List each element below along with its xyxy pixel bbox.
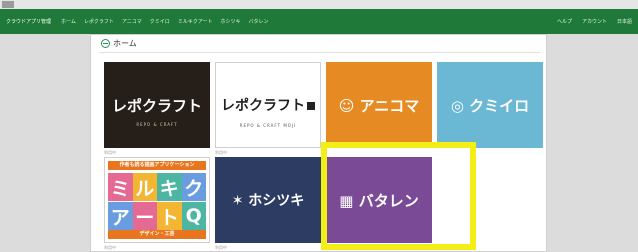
nav-item-hoshitsuki[interactable]: ホシツキ <box>221 18 241 25</box>
window-top-strip <box>0 0 638 9</box>
glyph: キ <box>157 173 182 201</box>
tile-banner: 作者も読る描画アプリケーション <box>108 161 206 170</box>
nav-item-repocraft[interactable]: レポクラフト <box>84 18 114 25</box>
tile-caption: 利用中 <box>104 150 116 155</box>
nav-item-milkiqart[interactable]: ミルキクアート <box>178 18 213 25</box>
app-tile-kumiiro[interactable]: ◎ クミイロ <box>437 62 543 148</box>
glyph: ア <box>108 202 133 230</box>
home-header: ホーム <box>101 38 137 49</box>
header-right: ヘルプ アカウント 日本語 <box>547 9 632 34</box>
tile-footer: デザイン・工芸 <box>108 230 206 239</box>
app-header: クラウドアプリ管理 ホーム レポクラフト アニコマ クミイロ ミルキクアート ホ… <box>0 9 638 34</box>
page-title: ホーム <box>113 39 137 48</box>
glyph: ク <box>181 173 206 201</box>
app-title[interactable]: クラウドアプリ管理 <box>6 18 51 25</box>
app-tile-milkiqart[interactable]: 作者も読る描画アプリケーション ミ ル キ ク ア ー ト Q デザイン・工芸 <box>104 157 210 243</box>
window-tab[interactable] <box>2 1 14 8</box>
app-tile-repocraft-moji[interactable]: レポクラフト REPO & CRAFT MOJI <box>215 62 321 148</box>
tile-title-row-1: ミ ル キ ク <box>108 173 206 201</box>
tile-label: ✶ ホシツキ <box>231 193 305 209</box>
tile-caption: 利用中 <box>215 245 227 250</box>
app-tile-anicoma[interactable]: ☺ アニコマ <box>326 62 432 148</box>
nav-item-kumiiro[interactable]: クミイロ <box>150 18 170 25</box>
language-link[interactable]: 日本語 <box>617 18 632 25</box>
divider <box>99 52 540 53</box>
tile-label: ☺ アニコマ <box>338 96 420 115</box>
tile-subtitle: REPO & CRAFT <box>136 122 178 127</box>
app-tile-hoshitsuki[interactable]: ✶ ホシツキ <box>215 157 321 243</box>
highlight-box <box>321 142 476 250</box>
help-link[interactable]: ヘルプ <box>557 18 572 25</box>
tile-caption: 利用中 <box>215 150 227 155</box>
tile-label: ◎ クミイロ <box>450 96 530 115</box>
glyph: ル <box>132 173 157 201</box>
glyph: ー <box>132 202 157 230</box>
account-link[interactable]: アカウント <box>582 18 607 25</box>
tile-caption: 利用中 <box>104 245 116 250</box>
home-panel: ホーム レポクラフト REPO & CRAFT 利用中 レポクラフト REPO … <box>90 34 547 252</box>
globe-icon <box>101 39 110 48</box>
nav-item-home[interactable]: ホーム <box>61 18 76 25</box>
glyph: ト <box>157 202 182 230</box>
square-icon <box>307 102 315 110</box>
nav-item-anicoma[interactable]: アニコマ <box>122 18 142 25</box>
tile-subtitle: REPO & CRAFT MOJI <box>239 123 297 128</box>
nav-item-bataren[interactable]: バタレン <box>249 18 269 25</box>
tile-label: レポクラフト <box>221 95 315 115</box>
tile-title-row-2: ア ー ト Q <box>108 202 206 230</box>
app-tile-repocraft[interactable]: レポクラフト REPO & CRAFT <box>104 62 210 148</box>
tile-label: レポクラフト <box>111 96 202 115</box>
glyph: ミ <box>108 173 133 201</box>
glyph: Q <box>181 202 206 230</box>
